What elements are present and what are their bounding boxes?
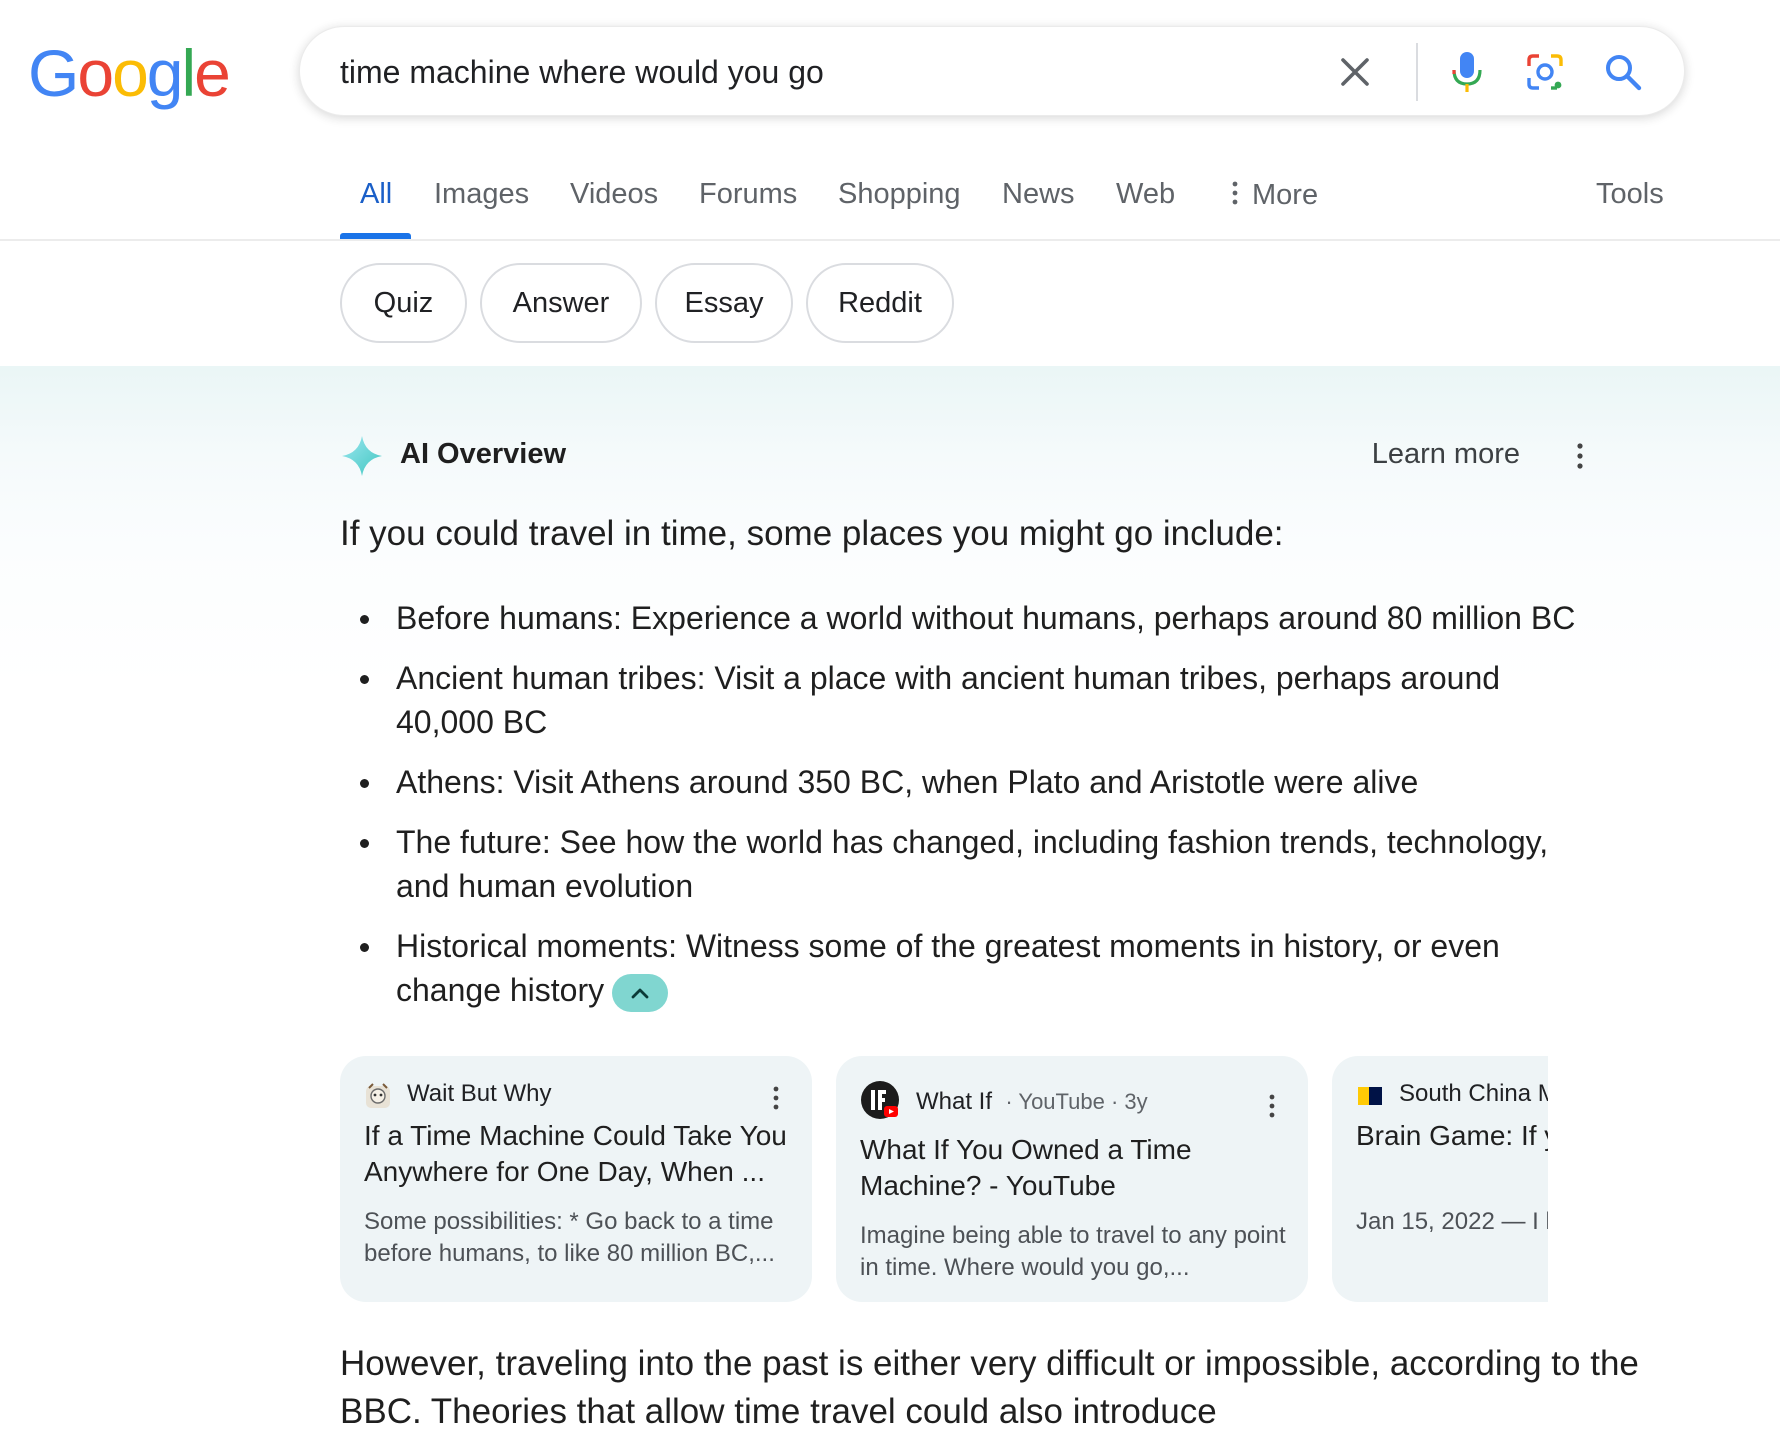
tab-images[interactable]: Images (434, 178, 529, 234)
list-item-text: The future: See how the world has change… (396, 824, 1549, 904)
list-item-text: Ancient human tribes: Visit a place with… (396, 660, 1501, 740)
bullet (360, 839, 369, 848)
google-logo[interactable]: Google (28, 36, 231, 110)
card-snippet: Jan 15, 2022 — I h Although, I might (1356, 1208, 1548, 1235)
logo-letter: l (181, 36, 197, 110)
search-box (299, 26, 1685, 116)
card-snippet: Some possibilities: * Go back to a time … (364, 1208, 775, 1267)
source-cards: Wait But Why If a Time Machine Could Tak… (340, 1056, 1548, 1304)
search-tabs: All Images Videos Forums Shopping News W… (340, 170, 1720, 240)
tab-web[interactable]: Web (1116, 178, 1175, 234)
card-site-name: Wait But Why (407, 1080, 552, 1107)
tab-more[interactable]: More (1230, 178, 1318, 234)
source-card[interactable]: South China M Brain Game: If y machine t… (1332, 1056, 1548, 1302)
bullet (360, 615, 369, 624)
card-title[interactable]: If a Time Machine Could Take You Anywher… (364, 1118, 794, 1190)
bullet (360, 675, 369, 684)
tab-more-label: More (1252, 179, 1319, 211)
card-meta: · YouTube · 3y (1005, 1089, 1148, 1114)
tools-button[interactable]: Tools (1596, 178, 1664, 234)
card-channel-name: What If (916, 1088, 993, 1115)
search-input[interactable] (340, 47, 1240, 97)
chip-essay[interactable]: Essay (655, 263, 793, 343)
wait-but-why-favicon (366, 1083, 390, 1108)
chevron-up-icon (631, 988, 649, 998)
chip-quiz[interactable]: Quiz (340, 263, 467, 343)
tab-all[interactable]: All (360, 178, 392, 234)
tab-videos[interactable]: Videos (570, 178, 658, 234)
source-card[interactable]: Wait But Why If a Time Machine Could Tak… (340, 1056, 812, 1302)
lens-camera-icon[interactable] (1518, 45, 1572, 99)
microphone-icon[interactable] (1440, 45, 1494, 99)
tab-shopping[interactable]: Shopping (838, 178, 961, 234)
sparkle-icon (342, 436, 382, 476)
collapse-button[interactable] (612, 973, 669, 1012)
learn-more-link[interactable]: Learn more (1372, 438, 1520, 471)
logo-letter: g (146, 36, 184, 110)
bullet (360, 943, 369, 952)
more-vert-icon[interactable] (1260, 1090, 1284, 1122)
logo-letter: o (77, 36, 114, 110)
chip-answer[interactable]: Answer (480, 263, 642, 343)
what-if-channel-avatar (861, 1081, 899, 1119)
list-item-text: Athens: Visit Athens around 350 BC, when… (396, 764, 1419, 800)
scmp-favicon (1358, 1087, 1382, 1105)
more-vert-icon[interactable] (764, 1082, 788, 1114)
logo-letter: G (28, 36, 79, 110)
card-site-name: South China M (1399, 1080, 1548, 1107)
search-divider (1416, 43, 1418, 101)
more-vert-icon[interactable] (1560, 436, 1600, 476)
source-card[interactable]: What If · YouTube · 3y What If You Owned… (836, 1056, 1308, 1302)
ai-overview-title: AI Overview (400, 438, 567, 470)
logo-letter: o (112, 36, 149, 110)
search-icon[interactable] (1596, 45, 1650, 99)
list-item: Before humans: Experience a world withou… (340, 596, 1600, 640)
list-item: Athens: Visit Athens around 350 BC, when… (340, 760, 1600, 804)
tabs-divider (0, 239, 1780, 241)
chip-reddit[interactable]: Reddit (806, 263, 954, 343)
card-title[interactable]: What If You Owned a Time Machine? - YouT… (860, 1132, 1290, 1204)
tab-forums[interactable]: Forums (699, 178, 797, 234)
clear-icon[interactable] (1328, 45, 1382, 99)
list-item: The future: See how the world has change… (340, 820, 1600, 908)
tab-news[interactable]: News (1002, 178, 1075, 234)
bullet (360, 779, 369, 788)
list-item: Historical moments: Witness some of the … (340, 924, 1600, 1012)
ai-overview-list: Before humans: Experience a world withou… (340, 596, 1600, 1028)
card-site-name: What If · YouTube · 3y (916, 1088, 1148, 1116)
logo-letter: e (194, 36, 231, 110)
ai-overview-header: AI Overview Learn more (340, 432, 1600, 482)
list-item: Ancient human tribes: Visit a place with… (340, 656, 1600, 744)
list-item-text: Before humans: Experience a world withou… (396, 600, 1576, 636)
more-vert-icon (1232, 181, 1238, 205)
card-title[interactable]: Brain Game: If y machine that co (1356, 1118, 1548, 1154)
list-item-text: Historical moments: Witness some of the … (396, 928, 1500, 1008)
ai-overview-continuation: However, traveling into the past is eith… (340, 1344, 1639, 1431)
card-snippet: Imagine being able to travel to any poin… (860, 1222, 1286, 1281)
ai-overview-lead: If you could travel in time, some places… (340, 514, 1284, 553)
